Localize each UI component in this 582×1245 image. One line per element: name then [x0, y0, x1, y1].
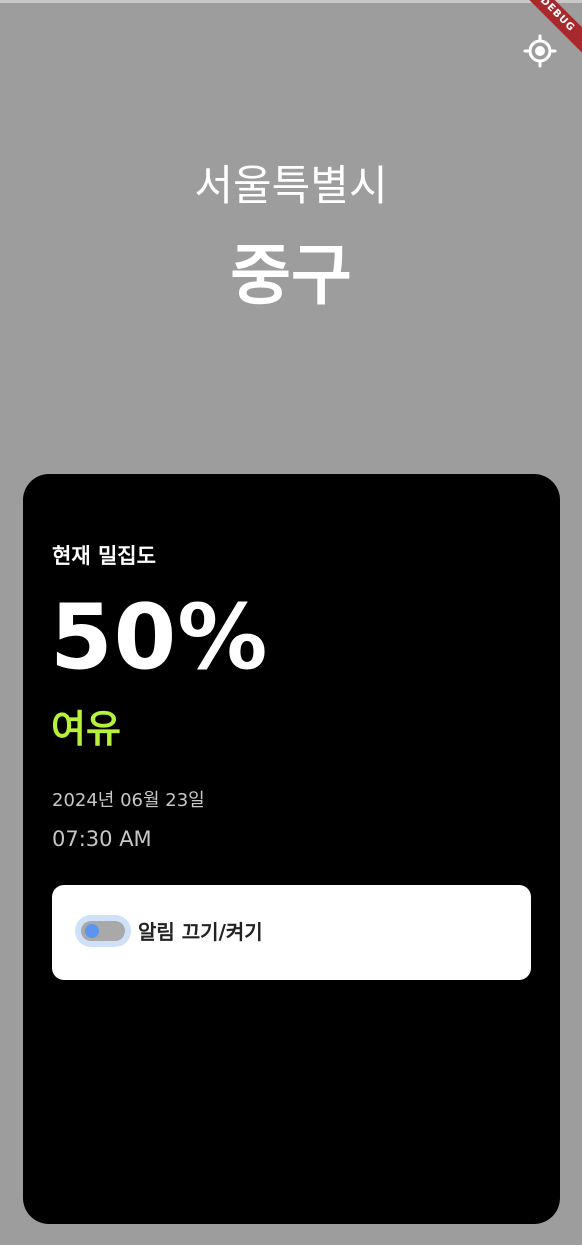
time-text: 07:30 AM — [52, 827, 152, 851]
alarm-panel: 알림 끄기/켜기 — [52, 885, 531, 980]
district-name: 중구 — [230, 237, 352, 314]
city-name: 서울특별시 — [194, 161, 388, 210]
app-screen: DEBUG 서울특별시 중구 현재 밀집도 50% 여유 2024년 06월 2… — [0, 0, 582, 1245]
density-value: 50% — [50, 585, 269, 690]
date-text: 2024년 06월 23일 — [52, 790, 205, 811]
top-edge — [0, 0, 582, 3]
my-location-icon — [523, 34, 557, 68]
alarm-toggle[interactable] — [75, 915, 131, 947]
alarm-label: 알림 끄기/켜기 — [138, 920, 263, 944]
my-location-button[interactable] — [523, 34, 557, 68]
status-text: 여유 — [51, 707, 121, 751]
density-label: 현재 밀집도 — [52, 544, 156, 568]
density-card: 현재 밀집도 50% 여유 2024년 06월 23일 07:30 AM 알림 … — [23, 474, 560, 1224]
alarm-toggle-thumb — [85, 924, 99, 938]
